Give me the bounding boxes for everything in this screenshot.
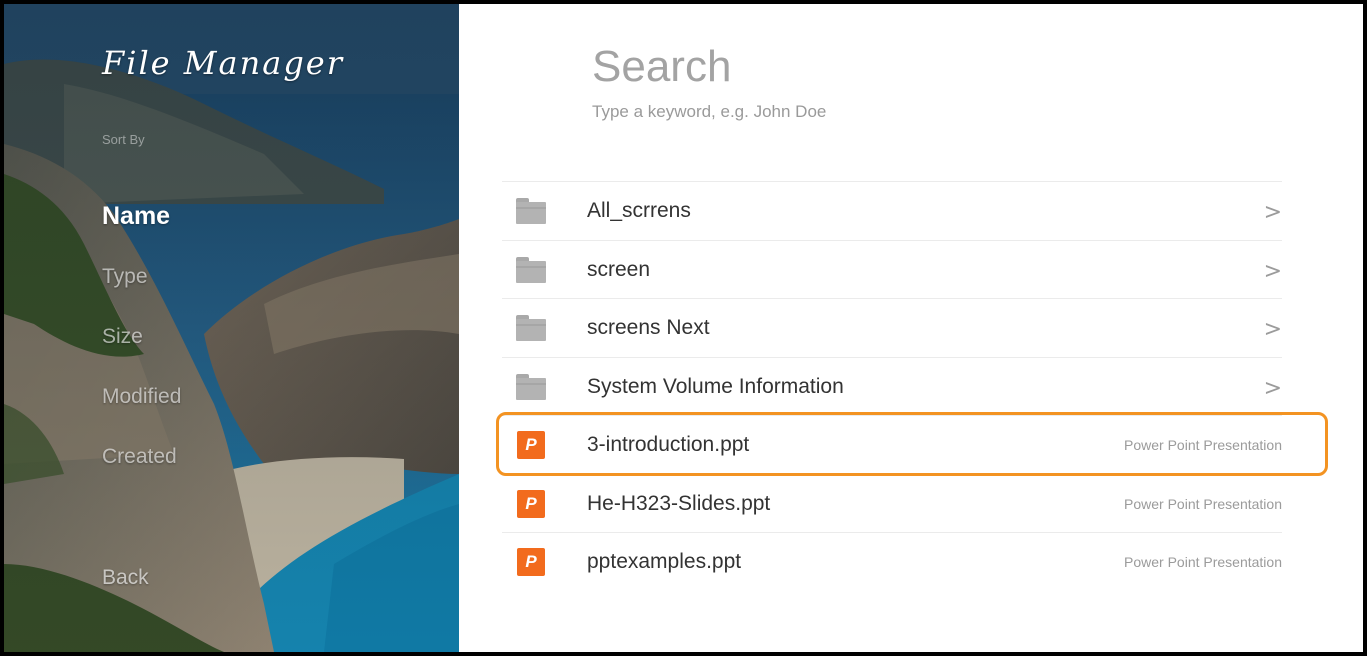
chevron-right-icon: > [1263, 258, 1282, 284]
file-row[interactable]: P He-H323-Slides.ppt Power Point Present… [502, 475, 1282, 533]
chevron-right-icon: > [1263, 317, 1282, 342]
file-row[interactable]: P pptexamples.ppt Power Point Presentati… [502, 533, 1282, 592]
chevron-right-icon: > [1263, 375, 1282, 401]
file-name: All_scrrens [587, 199, 691, 222]
folder-icon [516, 198, 546, 224]
file-row-selected[interactable]: P 3-introduction.ppt Power Point Present… [496, 412, 1328, 476]
powerpoint-icon: P [517, 431, 545, 459]
folder-row[interactable]: All_scrrens > [502, 182, 1282, 241]
file-type-label: Power Point Presentation [1124, 554, 1282, 570]
app-window: File Manager Sort By Name Type Size Modi… [4, 4, 1363, 652]
file-name: screens Next [587, 316, 710, 339]
folder-icon [516, 315, 546, 341]
folder-row[interactable]: screens Next > [502, 299, 1282, 358]
main-panel: Search All_scrrens > screen > screens Ne… [459, 4, 1363, 652]
file-name: He-H323-Slides.ppt [587, 491, 771, 515]
sort-option-name[interactable]: Name [102, 202, 170, 231]
search-title: Search [592, 42, 732, 91]
chevron-right-icon: > [1263, 200, 1282, 225]
sidebar-background-image [4, 4, 459, 652]
sort-option-modified[interactable]: Modified [102, 385, 181, 409]
sort-option-type[interactable]: Type [102, 265, 148, 289]
file-name: 3-introduction.ppt [587, 433, 750, 456]
file-type-label: Power Point Presentation [1124, 437, 1282, 453]
back-button[interactable]: Back [102, 566, 149, 590]
sort-by-label: Sort By [102, 132, 145, 147]
file-type-label: Power Point Presentation [1124, 495, 1282, 512]
file-name: System Volume Information [587, 374, 844, 398]
sidebar: File Manager Sort By Name Type Size Modi… [4, 4, 459, 652]
folder-row[interactable]: screen > [502, 241, 1282, 299]
powerpoint-icon: P [517, 548, 545, 576]
file-name: pptexamples.ppt [587, 550, 742, 573]
sort-option-created[interactable]: Created [102, 445, 177, 469]
search-input[interactable] [592, 100, 1092, 124]
file-list: All_scrrens > screen > screens Next > Sy… [496, 181, 1328, 592]
powerpoint-icon: P [517, 489, 545, 518]
folder-icon [516, 256, 546, 283]
folder-icon [516, 373, 546, 400]
folder-row[interactable]: System Volume Information > [502, 358, 1282, 416]
app-title: File Manager [102, 44, 345, 82]
file-name: screen [587, 257, 651, 281]
sort-option-size[interactable]: Size [102, 325, 143, 349]
